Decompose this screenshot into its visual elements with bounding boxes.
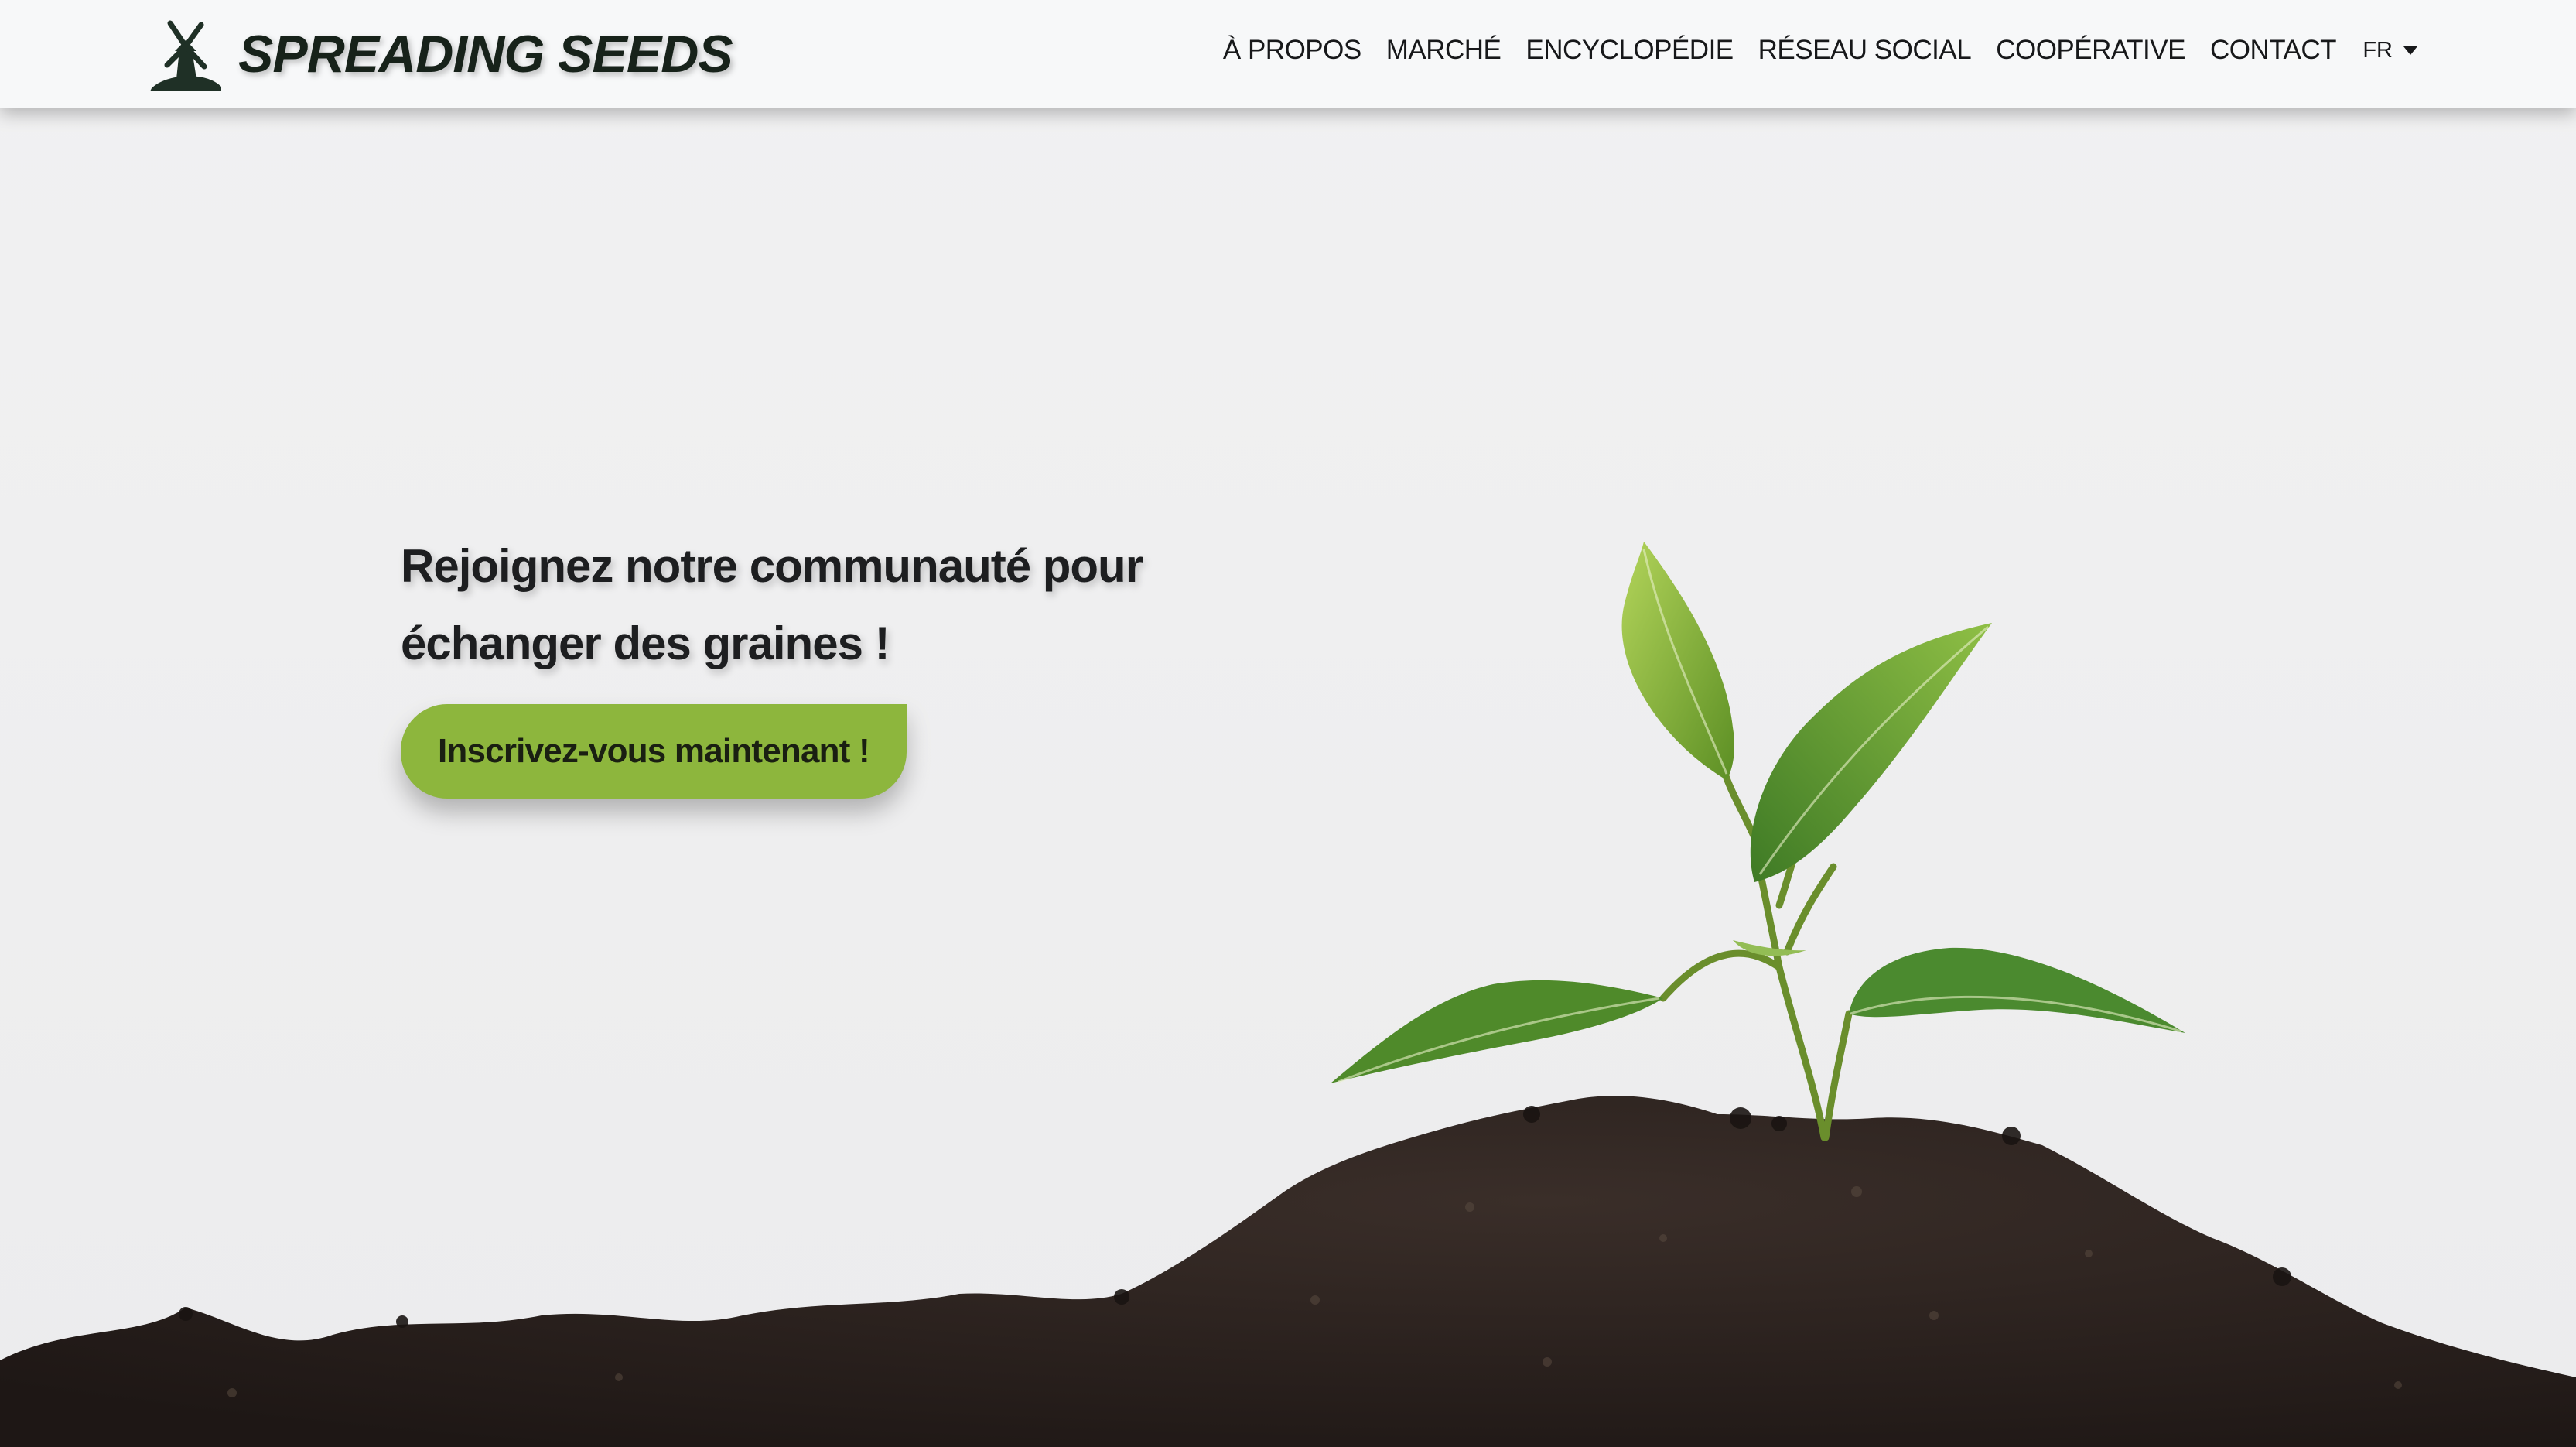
nav-item-contact[interactable]: CONTACT (2210, 35, 2337, 66)
nav-item-encyclopedie[interactable]: ENCYCLOPÉDIE (1525, 35, 1734, 66)
hero-headline-line1: Rejoignez notre communauté pour (401, 540, 1143, 592)
main-nav: À PROPOS MARCHÉ ENCYCLOPÉDIE RÉSEAU SOCI… (1223, 0, 2337, 101)
brand-link[interactable]: SPREADING SEEDS (147, 17, 733, 91)
hero-headline-line2: échanger des graines ! (401, 617, 890, 669)
language-dropdown[interactable]: FR (2362, 0, 2417, 101)
hero-headline: Rejoignez notre communauté pour échanger… (401, 528, 1174, 682)
windmill-icon (150, 20, 221, 91)
seedling-in-soil-image (0, 542, 2576, 1447)
nav-item-reseau-social[interactable]: RÉSEAU SOCIAL (1758, 35, 1972, 66)
brand-name: SPREADING SEEDS (238, 25, 733, 84)
navbar: SPREADING SEEDS À PROPOS MARCHÉ ENCYCLOP… (0, 0, 2576, 108)
hero-section: Rejoignez notre communauté pour échanger… (401, 528, 1174, 799)
nav-item-marche[interactable]: MARCHÉ (1386, 35, 1502, 66)
language-label: FR (2362, 37, 2393, 63)
caret-down-icon (2403, 46, 2417, 55)
signup-button[interactable]: Inscrivez-vous maintenant ! (401, 704, 907, 799)
nav-item-cooperative[interactable]: COOPÉRATIVE (1996, 35, 2185, 66)
nav-item-a-propos[interactable]: À PROPOS (1223, 35, 1361, 66)
